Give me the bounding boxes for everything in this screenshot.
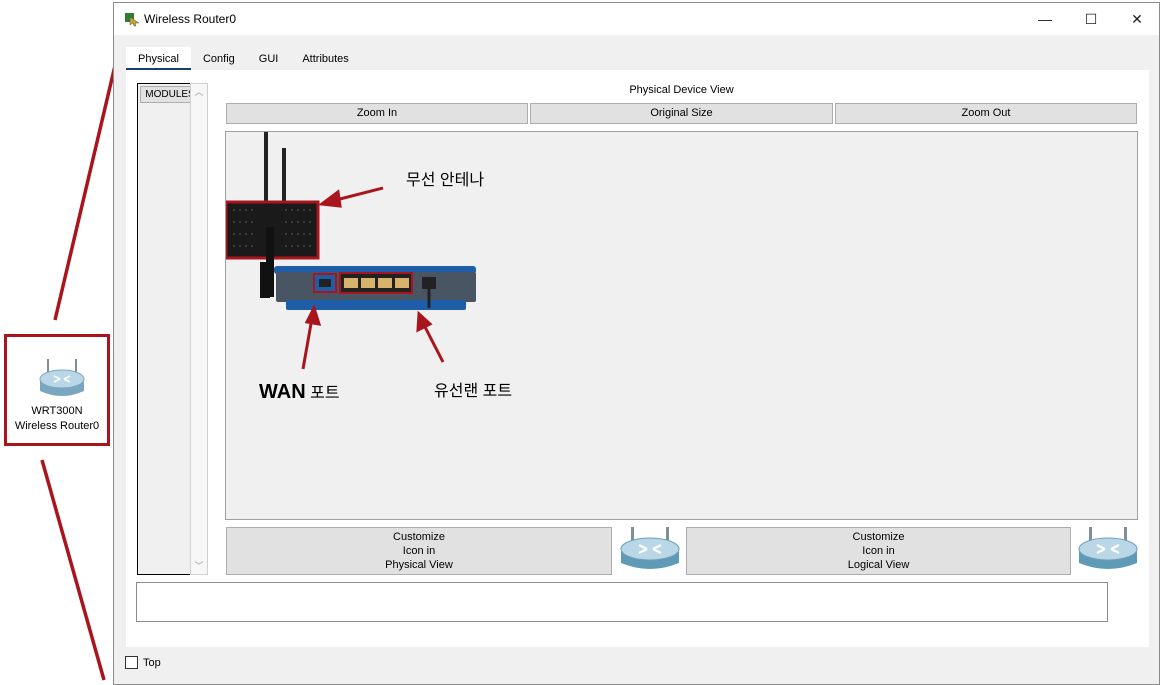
customize-logical-line-3: Logical View xyxy=(847,559,910,571)
physical-device-view-title: Physical Device View xyxy=(629,84,734,96)
physical-device-view[interactable]: 무선 안테나 WAN 포트 유선랜 포트 xyxy=(225,131,1138,520)
device-name-label: Wireless Router0 xyxy=(14,420,100,432)
device-model-label: WRT300N xyxy=(31,405,83,417)
zoom-out-button[interactable]: Zoom Out xyxy=(835,103,1137,124)
scroll-down-arrow-icon[interactable]: ﹀ xyxy=(191,558,207,574)
device-window: Wireless Router0 — ☐ ✕ Physical Config G… xyxy=(113,2,1160,685)
wan-port-annotation: WAN 포트 xyxy=(259,379,340,404)
tab-config[interactable]: Config xyxy=(190,47,247,71)
maximize-button[interactable]: ☐ xyxy=(1068,3,1114,35)
zoom-in-button[interactable]: Zoom In xyxy=(226,103,528,124)
tab-physical[interactable]: Physical xyxy=(126,47,191,71)
tab-bar: Physical Config GUI Attributes xyxy=(126,47,361,71)
customize-physical-line-1: Customize xyxy=(393,531,445,543)
minimize-button[interactable]: — xyxy=(1022,3,1068,35)
wan-annotation-suffix: 포트 xyxy=(305,385,340,402)
title-bar[interactable]: Wireless Router0 — ☐ ✕ xyxy=(114,3,1159,35)
top-checkbox-label: Top xyxy=(143,657,161,669)
workspace-router-device[interactable]: WRT300N Wireless Router0 xyxy=(4,334,110,446)
screen: WRT300N Wireless Router0 Wireless Router… xyxy=(0,0,1160,685)
tab-attributes[interactable]: Attributes xyxy=(290,47,361,71)
lan-port-annotation: 유선랜 포트 xyxy=(434,383,513,400)
physical-tab-content: MODULES ︿ ﹀ Physical Device View Zoom In… xyxy=(126,70,1149,647)
original-size-button[interactable]: Original Size xyxy=(530,103,833,124)
customize-logical-line-1: Customize xyxy=(852,531,905,543)
customize-icon-logical-view-button[interactable]: Customize Icon in Logical View xyxy=(686,527,1071,575)
router-physical-image xyxy=(226,132,476,370)
customize-physical-line-2: Icon in xyxy=(402,545,436,557)
window-title: Wireless Router0 xyxy=(144,12,237,26)
router-logical-icon xyxy=(1078,527,1138,569)
customize-physical-line-3: Physical View xyxy=(385,559,453,571)
customize-icon-physical-view-button[interactable]: Customize Icon in Physical View xyxy=(226,527,612,575)
packet-tracer-app-icon xyxy=(125,13,140,27)
scroll-up-arrow-icon[interactable]: ︿ xyxy=(191,84,207,100)
wan-annotation-strong: WAN xyxy=(259,381,306,403)
customize-logical-line-2: Icon in xyxy=(862,545,895,557)
maximize-icon: ☐ xyxy=(1084,10,1098,27)
antenna-annotation: 무선 안테나 xyxy=(406,172,485,189)
close-button[interactable]: ✕ xyxy=(1114,3,1160,35)
close-icon: ✕ xyxy=(1131,10,1143,27)
top-checkbox[interactable] xyxy=(125,656,138,669)
message-text-area[interactable] xyxy=(136,582,1108,622)
router-icon xyxy=(39,359,85,396)
router-physical-icon xyxy=(620,527,680,569)
minimize-icon: — xyxy=(1038,11,1052,27)
tab-gui[interactable]: GUI xyxy=(246,47,291,71)
modules-scrollbar[interactable]: ︿ ﹀ xyxy=(190,83,208,575)
